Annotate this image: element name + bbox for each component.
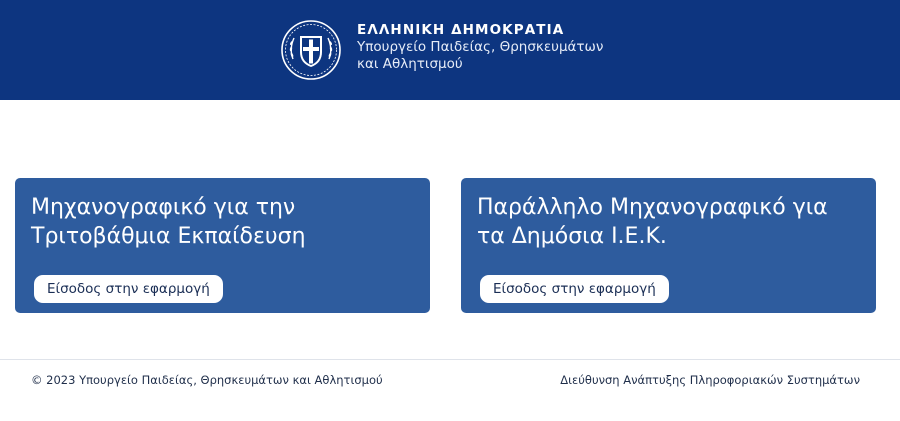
card-title-line1: Μηχανογραφικό για την (31, 195, 296, 220)
card-title-line1: Παράλληλο Μηχανογραφικό για (477, 195, 828, 220)
card-title-line2: τα Δημόσια Ι.Ε.Κ. (477, 224, 667, 249)
card-title: Παράλληλο Μηχανογραφικό για τα Δημόσια Ι… (477, 193, 862, 251)
ministry-name-line1: Υπουργείο Παιδείας, Θρησκευμάτων (357, 39, 604, 55)
footer-department: Διεύθυνση Ανάπτυξης Πληροφοριακών Συστημ… (560, 373, 860, 387)
government-name: ΕΛΛΗΝΙΚΗ ΔΗΜΟΚΡΑΤΙΑ (357, 22, 565, 38)
footer-divider (0, 359, 900, 360)
enter-app-button-tertiary[interactable]: Είσοδος στην εφαρμογή (34, 275, 223, 303)
card-tertiary-education: Μηχανογραφικό για την Τριτοβάθμια Εκπαίδ… (15, 178, 430, 313)
card-title-line2: Τριτοβάθμια Εκπαίδευση (31, 224, 306, 249)
header-branding: ΕΛΛΗΝΙΚΗ ΔΗΜΟΚΡΑΤΙΑ Υπουργείο Παιδείας, … (357, 22, 603, 73)
footer-copyright: © 2023 Υπουργείο Παιδείας, Θρησκευμάτων … (31, 373, 383, 387)
ministry-name-line2: και Αθλητισμού (357, 56, 463, 72)
enter-app-button-iek[interactable]: Είσοδος στην εφαρμογή (480, 275, 669, 303)
card-title: Μηχανογραφικό για την Τριτοβάθμια Εκπαίδ… (31, 193, 416, 251)
site-header: ΕΛΛΗΝΙΚΗ ΔΗΜΟΚΡΑΤΙΑ Υπουργείο Παιδείας, … (0, 0, 900, 100)
card-public-iek: Παράλληλο Μηχανογραφικό για τα Δημόσια Ι… (461, 178, 876, 313)
greek-coat-of-arms-icon[interactable] (280, 19, 342, 81)
